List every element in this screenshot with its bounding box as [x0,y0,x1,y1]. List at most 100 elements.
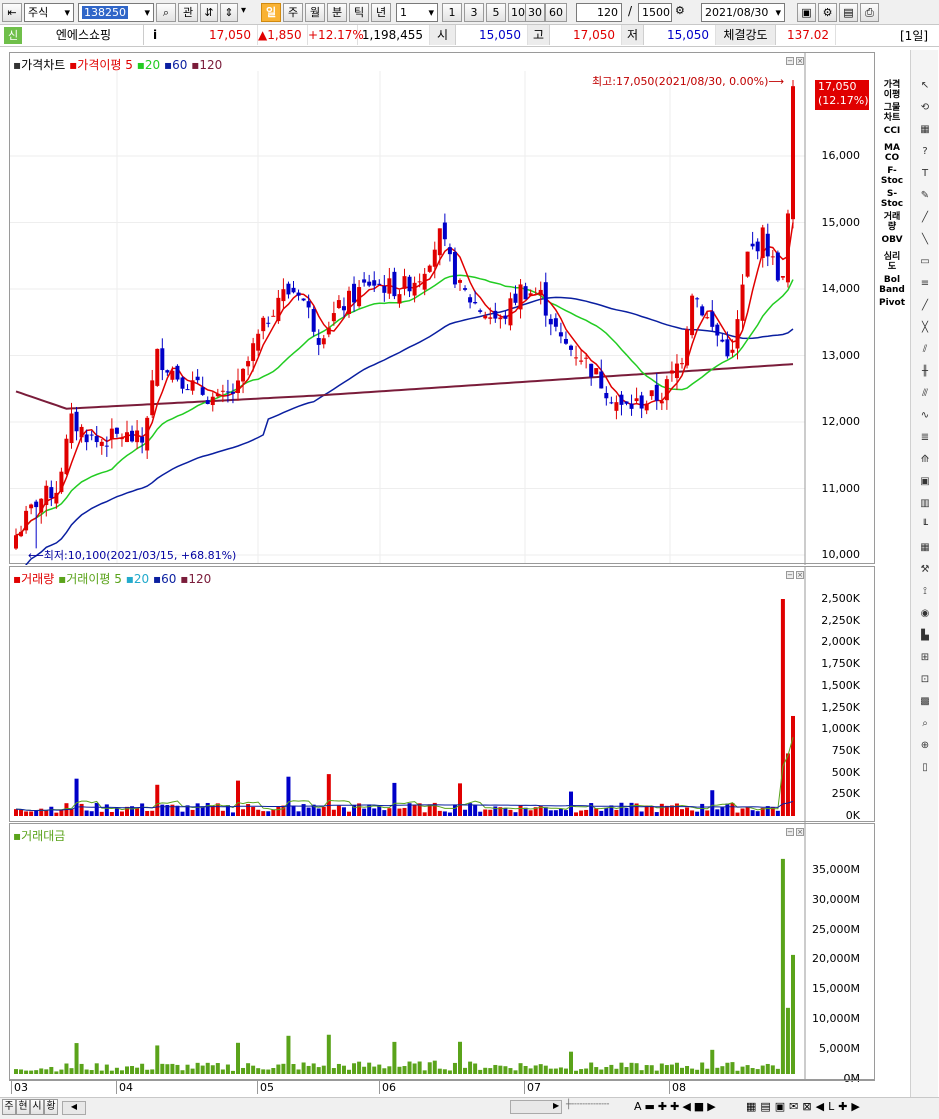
price-pane[interactable]: ▪가격차트 ▪가격이평 5 ▪20 ▪60 ▪120 최고:17,050(202… [9,52,875,565]
period-tab-month[interactable]: 월 [305,3,325,22]
total-count-input[interactable]: 1500 [638,3,672,22]
interval-60[interactable]: 60 [545,3,567,22]
stepper-icon[interactable]: ⚙ [675,4,685,17]
zoom-controls[interactable]: A▬✚✚◀■▶ [634,1100,744,1114]
period-tab-week[interactable]: 주 [283,3,303,22]
updown-icon[interactable]: ⇕ [220,3,238,22]
drawing-tool-icon[interactable]: ▦ [914,542,936,562]
close-icon[interactable]: × [796,828,804,836]
print-icon[interactable]: ⎙ [860,3,879,22]
info-button[interactable]: i [148,27,162,43]
volume-pane[interactable]: ▪거래량 ▪거래이평 5 ▪20 ▪60 ▪120 − × 2,500K 2,25… [9,566,875,823]
tab-market[interactable]: 시 [30,1099,44,1115]
amount-bar [720,1066,725,1074]
drawing-tool-icon[interactable]: ⟲ [914,102,936,122]
share-icon[interactable]: ⇵ [200,3,218,22]
y-tick-label: 20,000M [812,952,860,966]
drawing-tool-icon[interactable]: ⌕ [914,718,936,738]
period-tab-minute[interactable]: 분 [327,3,347,22]
indicator-tool[interactable]: MA CO [878,143,906,163]
tab-status[interactable]: 황 [44,1099,58,1115]
dropdown-icon[interactable]: ▾ [241,5,246,16]
candle-body [629,403,634,409]
drawing-tool-icon[interactable]: ≡ [914,278,936,298]
interval-select[interactable]: 1 ▾ [396,3,438,22]
drawing-tool-icon[interactable]: ▦ [914,124,936,144]
indicator-tool[interactable]: OBV [878,235,906,245]
period-tab-tick[interactable]: 틱 [349,3,369,22]
indicator-tool[interactable]: S- Stoc [878,189,906,209]
indicator-tool[interactable]: Bol Band [878,275,906,295]
zoom-slider[interactable]: ┼╌╌╌╌╌╌╌ [566,1100,630,1114]
tab-week[interactable]: 주 [2,1099,16,1115]
date-input[interactable]: 2021/08/30 ▾ [701,3,785,22]
amount-bar [407,1061,412,1074]
drawing-tool-icon[interactable]: ⚒ [914,564,936,584]
drawing-tool-icon[interactable]: ▙ [914,630,936,650]
amount-pane[interactable]: ▪거래대금 − × 35,000M 30,000M 25,000M 20,000M 15… [9,823,875,1085]
indicator-tool[interactable]: CCI [878,126,906,136]
drawing-tool-icon[interactable]: ╱ [914,212,936,232]
candle-body [422,273,427,290]
drawing-tool-icon[interactable]: ⟰ [914,454,936,474]
amount-bar [468,1061,473,1074]
drawing-tool-icon[interactable]: ✎ [914,190,936,210]
indicator-tool[interactable]: 거래 량 [878,212,906,232]
drawing-tool-icon[interactable]: ⟟ [914,586,936,606]
code-input[interactable]: 138250 ▾ [78,3,154,22]
back-icon[interactable]: ⇤ [2,3,22,22]
indicator-tool[interactable]: 그물 차트 [878,103,906,123]
pane-min-icon[interactable]: − [786,828,794,836]
amount-bar [109,1070,114,1074]
drawing-tool-icon[interactable]: ╫ [914,366,936,386]
indicator-tool[interactable]: 가격 이평 [878,80,906,100]
drawing-tool-icon[interactable]: ◉ [914,608,936,628]
drawing-tool-icon[interactable]: ? [914,146,936,166]
interval-5[interactable]: 5 [486,3,506,22]
period-tab-year[interactable]: 년 [371,3,391,22]
drawing-tool-icon[interactable]: ↖ [914,80,936,100]
drawing-tool-icon[interactable]: ⫽ [914,344,936,364]
amount-bar [200,1065,205,1074]
pane-min-icon[interactable]: − [786,57,794,65]
volume-bar [574,812,579,816]
drawing-tool-icon[interactable]: ▥ [914,498,936,518]
interval-1[interactable]: 1 [442,3,462,22]
interval-3[interactable]: 3 [464,3,484,22]
drawing-tool-icon[interactable]: ▩ [914,696,936,716]
drawing-tool-icon[interactable]: ▣ [914,476,936,496]
period-tab-day[interactable]: 일 [261,3,281,22]
drawing-tool-icon[interactable]: ∿ [914,410,936,430]
drawing-tool-icon[interactable]: ⊕ [914,740,936,760]
status-icons[interactable]: ▦▤▣✉⊠◀L✚▶ [746,1100,936,1114]
market-select[interactable]: 주식 ▾ [24,3,74,22]
related-button[interactable]: 관 [178,3,198,22]
indicator-tool[interactable]: F- Stoc [878,166,906,186]
candle-body [145,417,150,451]
drawing-tool-icon[interactable]: ╱ [914,300,936,320]
drawing-tool-icon[interactable]: ⊞ [914,652,936,672]
scroll-left-icon[interactable]: ◀ [62,1101,86,1115]
indicator-tool[interactable]: Pivot [878,298,906,308]
close-icon[interactable]: × [796,571,804,579]
drawing-tool-icon[interactable]: ╙ [914,520,936,540]
save-icon[interactable]: ▤ [839,3,858,22]
indicator-tool[interactable]: 심리 도 [878,252,906,272]
drawing-tool-icon[interactable]: ╲ [914,234,936,254]
scroll-right-icon[interactable]: ▶ [553,1101,559,1110]
tab-current[interactable]: 현 [16,1099,30,1115]
pane-min-icon[interactable]: − [786,571,794,579]
drawing-tool-icon[interactable]: T [914,168,936,188]
drawing-tool-icon[interactable]: ⫻ [914,388,936,408]
drawing-tool-icon[interactable]: ▭ [914,256,936,276]
drawing-tool-icon[interactable]: ⊡ [914,674,936,694]
drawing-tool-icon[interactable]: ╳ [914,322,936,342]
display-count-input[interactable]: 120 [576,3,622,22]
search-icon[interactable]: ⌕ [156,3,176,22]
interval-30[interactable]: 30 [525,3,545,22]
drawing-tool-icon[interactable]: ▯ [914,762,936,782]
window-icon[interactable]: ▣ [797,3,816,22]
gear-icon[interactable]: ⚙ [818,3,837,22]
close-icon[interactable]: × [796,57,804,65]
drawing-tool-icon[interactable]: ≣ [914,432,936,452]
